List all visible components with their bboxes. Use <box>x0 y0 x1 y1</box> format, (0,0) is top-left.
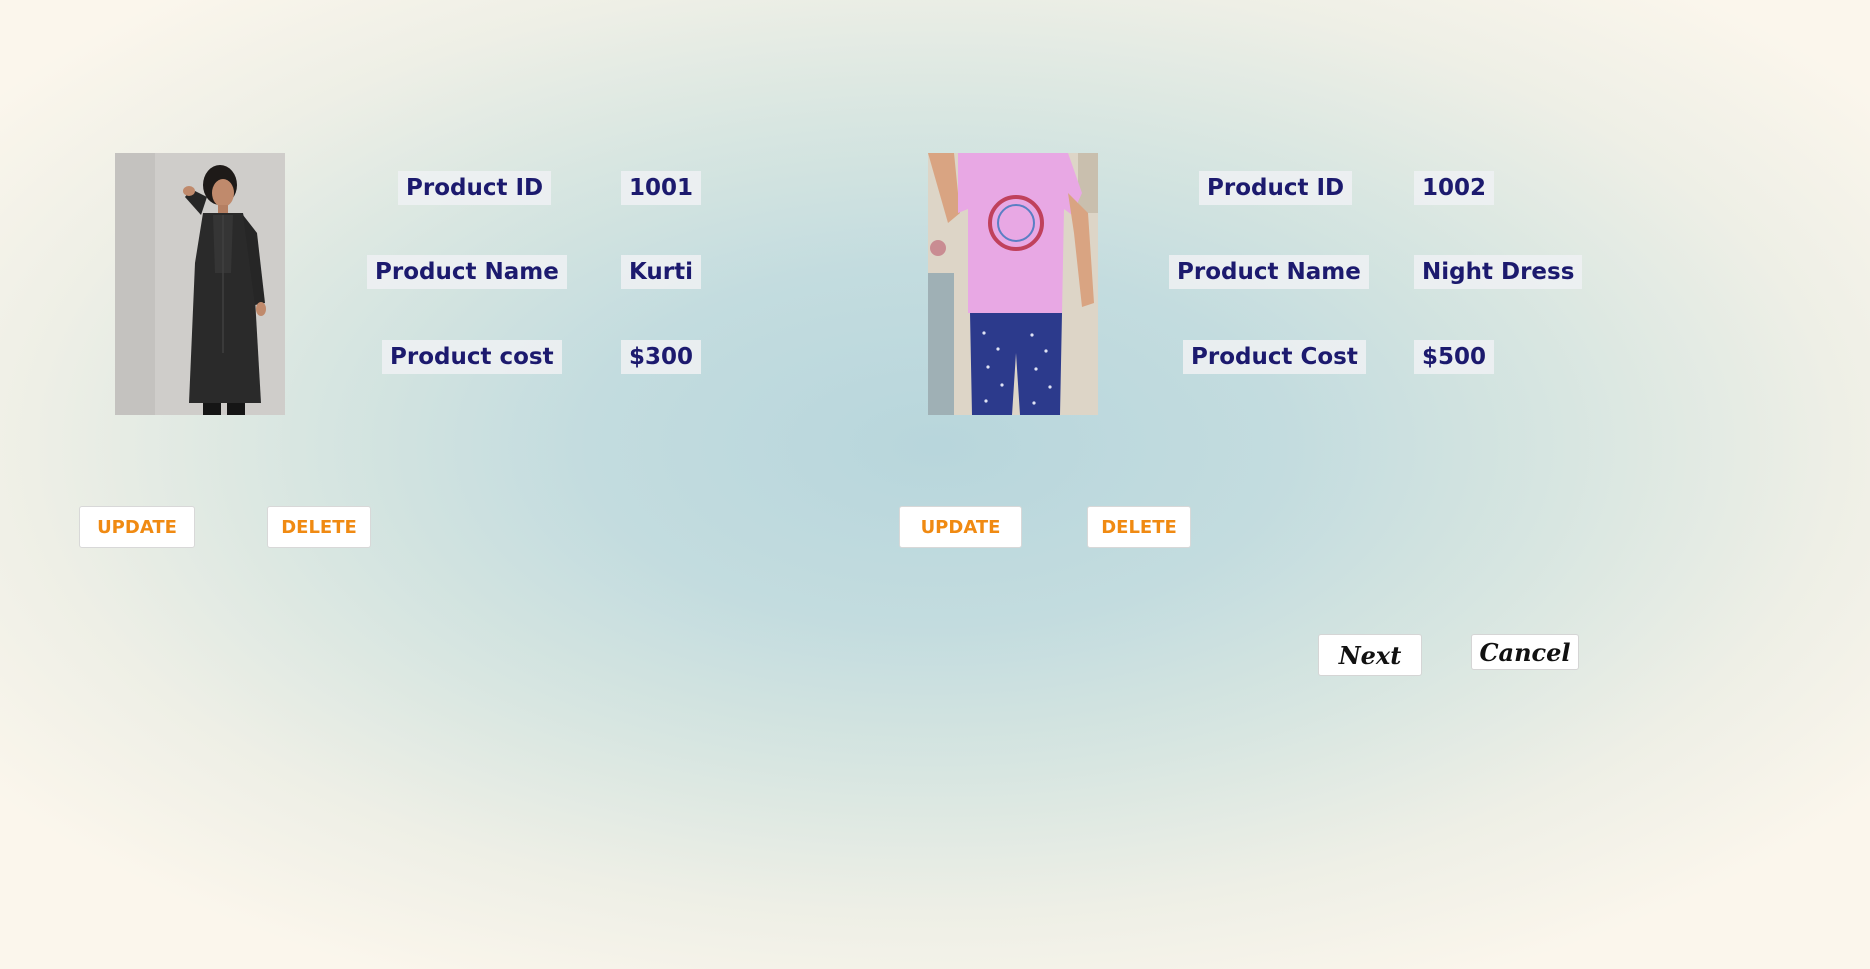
product-name-value: Kurti <box>621 255 702 289</box>
product-name-value: Night Dress <box>1414 255 1583 289</box>
update-button[interactable]: UPDATE <box>899 506 1022 548</box>
kurti-photo <box>115 153 285 415</box>
product-image-night-dress <box>928 153 1098 415</box>
product-id-label: Product ID <box>1199 171 1353 205</box>
update-button[interactable]: UPDATE <box>79 506 195 548</box>
product-id-value: 1001 <box>621 171 702 205</box>
delete-button[interactable]: DELETE <box>267 506 371 548</box>
product-cost-value: $300 <box>621 340 702 374</box>
product-id-label: Product ID <box>398 171 552 205</box>
cancel-button[interactable]: Cancel <box>1471 634 1579 670</box>
product-cost-label: Product Cost <box>1183 340 1366 374</box>
night-dress-photo <box>928 153 1098 415</box>
product-cost-label: Product cost <box>382 340 562 374</box>
product-name-label: Product Name <box>1169 255 1369 289</box>
product-name-label: Product Name <box>367 255 567 289</box>
delete-button[interactable]: DELETE <box>1087 506 1191 548</box>
product-cost-value: $500 <box>1414 340 1495 374</box>
product-id-value: 1002 <box>1414 171 1495 205</box>
product-image-kurti <box>115 153 285 415</box>
next-button[interactable]: Next <box>1318 634 1422 676</box>
